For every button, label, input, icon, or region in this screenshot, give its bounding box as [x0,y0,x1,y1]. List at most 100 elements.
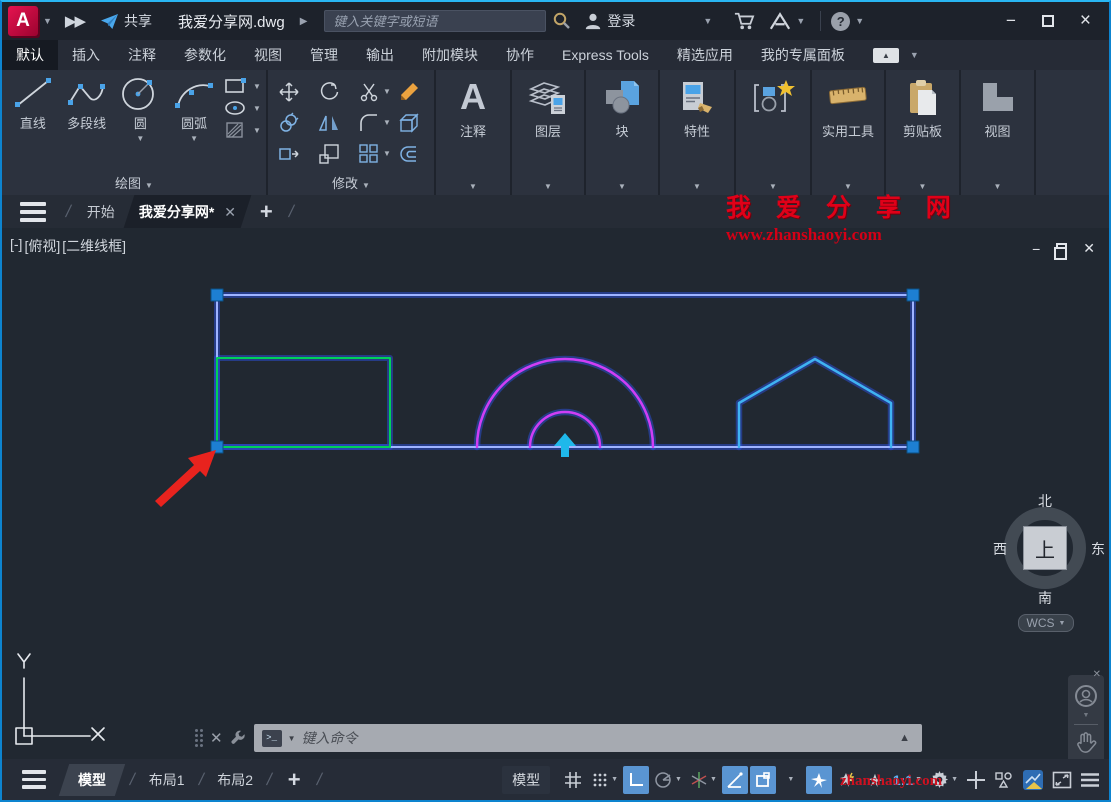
new-layout-button[interactable]: + [288,767,301,793]
midpoint-arrow-grip[interactable] [554,433,576,457]
green-rectangle[interactable] [217,358,390,447]
autodesk-caret-icon[interactable]: ▼ [796,16,805,26]
house-polyline[interactable] [739,359,891,447]
panel-label-draw[interactable]: 绘图▼ [2,173,266,192]
panel-annotate[interactable]: A 注释 ▼ [436,70,512,195]
app-menu-caret-icon[interactable]: ▼ [43,16,52,26]
array-flyout-icon[interactable]: ▼ [383,149,391,158]
groups-flyout-icon[interactable]: ▼ [736,182,810,191]
trim-flyout-icon[interactable]: ▼ [383,87,391,96]
customization-button[interactable] [1077,766,1103,794]
hatch-flyout-icon[interactable]: ▼ [253,126,261,135]
viewport-view-menu[interactable]: [俯视] [24,236,60,256]
signin-caret-icon[interactable]: ▼ [703,16,712,26]
layout-tab-layout2[interactable]: 布局2 [209,770,261,790]
layers-flyout-icon[interactable]: ▼ [512,182,584,191]
panel-properties[interactable]: 特性 ▼ [660,70,736,195]
iso-drafting-toggle[interactable]: ▼ [687,766,720,794]
panel-block[interactable]: 块 ▼ [586,70,660,195]
snap-toggle[interactable]: ▼ [588,766,621,794]
search-icon[interactable] [552,11,572,31]
maximize-button[interactable] [1042,15,1054,27]
viewcube-north[interactable]: 北 [1038,491,1052,511]
command-input[interactable] [302,730,894,746]
viewcube-top-face[interactable]: 上 [1023,526,1067,570]
osnap-flyout[interactable]: ▼ [778,766,804,794]
search-box[interactable] [324,10,546,32]
scale-value-button[interactable]: 1:1 ▼ [890,766,925,794]
file-tab-close-icon[interactable]: ✕ [224,203,236,220]
layout-tab-layout1[interactable]: 布局1 [141,770,193,790]
scale-tool[interactable] [314,138,354,169]
panel-utilities[interactable]: 实用工具 ▼ [812,70,886,195]
rotate-tool[interactable] [314,76,354,107]
file-tab-start[interactable]: 开始 [77,195,125,228]
erase-tool[interactable] [394,76,434,107]
offset-tool[interactable] [394,138,434,169]
viewport-minimize-icon[interactable]: − [1032,241,1040,257]
grid-toggle[interactable] [560,766,586,794]
panel-clipboard[interactable]: 剪贴板 ▼ [886,70,961,195]
ortho-toggle[interactable] [623,766,649,794]
annotation-scale-button[interactable] [862,766,888,794]
mirror-tool[interactable] [314,107,354,138]
utilities-flyout-icon[interactable]: ▼ [812,182,884,191]
viewport-style-menu[interactable]: [二维线框] [62,236,126,256]
model-space-button[interactable]: 模型 [502,766,550,794]
grip-bottom-right[interactable] [907,441,919,453]
command-expand-icon[interactable]: ▲ [899,732,910,744]
viewcube[interactable]: 北 西 东 南 上 [1001,493,1091,613]
clean-screen-button[interactable] [1049,766,1075,794]
copy-tool[interactable] [274,107,314,138]
viewcube-west[interactable]: 西 [993,539,1007,559]
plan-view-button[interactable] [963,766,989,794]
app-menu-button[interactable]: A [8,6,38,36]
graphics-performance-button[interactable] [1019,766,1047,794]
extrude-tool[interactable] [394,107,434,138]
command-wrench-icon[interactable] [230,730,247,747]
hatch-tool[interactable]: ▼ [221,121,264,139]
navigation-wheel-icon[interactable] [1073,683,1099,709]
panel-views[interactable]: 视图 ▼ [961,70,1036,195]
rectangle-tool[interactable]: ▼ [221,77,264,95]
object-snap-tracking-toggle[interactable] [722,766,748,794]
block-flyout-icon[interactable]: ▼ [586,182,658,191]
ribbon-collapse-caret-icon[interactable]: ▼ [910,50,919,60]
annotation-autoscale-toggle[interactable] [834,766,860,794]
command-line-close-icon[interactable]: ✕ [210,729,223,747]
viewport-restore-icon[interactable] [1056,243,1067,254]
quick-access-expand-icon[interactable]: ▶▶ [65,12,84,30]
arc-flyout-icon[interactable]: ▼ [190,134,198,143]
wcs-dropdown[interactable]: WCS ▼ [1018,614,1074,632]
ribbon-tab-insert[interactable]: 插入 [58,40,114,70]
fillet-flyout-icon[interactable]: ▼ [383,118,391,127]
layout-tab-model[interactable]: 模型 [59,764,125,796]
stretch-tool[interactable] [274,138,314,169]
fillet-tool[interactable]: ▼ [354,107,394,138]
share-button[interactable]: 共享 [100,11,152,31]
move-tool[interactable] [274,76,314,107]
help-icon[interactable]: ? [831,12,850,31]
layout-menu-icon[interactable] [22,770,46,789]
iso-caret-icon[interactable]: ▼ [710,776,717,783]
close-button[interactable]: × [1080,10,1091,32]
trim-tool[interactable]: ▼ [354,76,394,107]
command-input-bar[interactable]: >_ ▼ ▲ [254,724,922,752]
command-history-caret-icon[interactable]: ▼ [288,734,296,743]
viewcube-south[interactable]: 南 [1038,588,1052,608]
file-tab-document[interactable]: 我爱分享网* ✕ [123,195,251,228]
new-drawing-button[interactable]: + [260,199,273,225]
search-input[interactable] [333,11,537,31]
ribbon-tab-featured[interactable]: 精选应用 [663,40,747,70]
title-arrow-icon[interactable]: ▶ [300,16,308,27]
views-flyout-icon[interactable]: ▼ [961,182,1034,191]
snap-caret-icon[interactable]: ▼ [611,776,618,783]
rectangle-flyout-icon[interactable]: ▼ [253,82,261,91]
workspace-settings-button[interactable]: ▼ [927,766,961,794]
ribbon-tab-annotate[interactable]: 注释 [114,40,170,70]
polar-caret-icon[interactable]: ▼ [675,776,682,783]
ribbon-tab-manage[interactable]: 管理 [296,40,352,70]
file-tabs-menu-icon[interactable] [20,202,46,222]
cart-icon[interactable] [733,11,755,31]
annotate-flyout-icon[interactable]: ▼ [436,182,510,191]
